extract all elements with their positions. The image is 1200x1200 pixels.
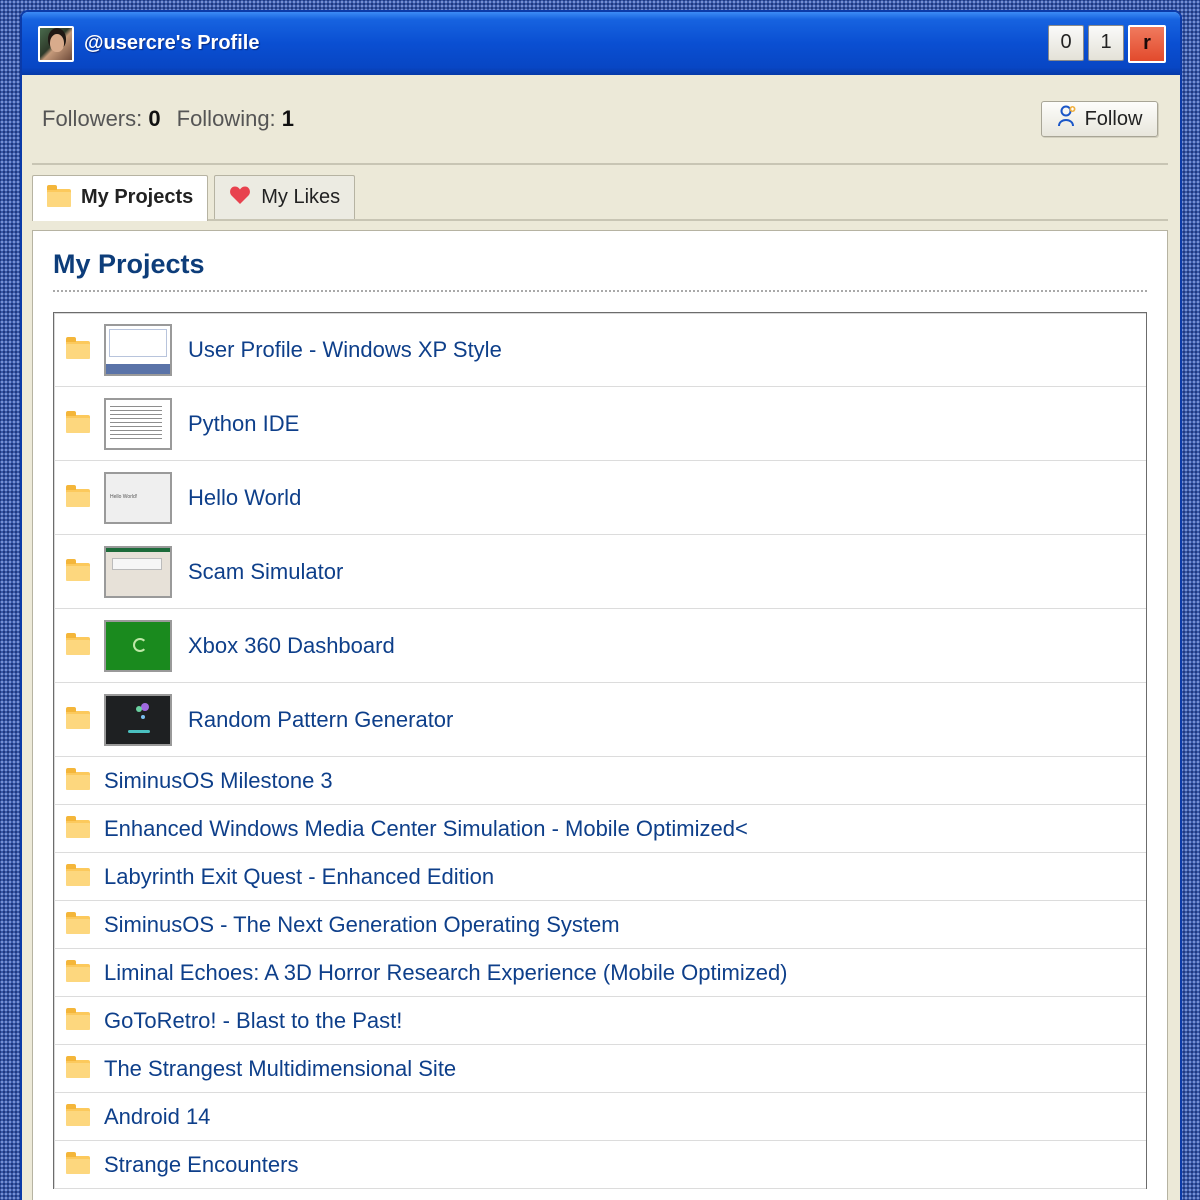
profile-window: @usercre's Profile 0 1 r Followers: 0 Fo… (20, 10, 1182, 1200)
project-link[interactable]: GoToRetro! - Blast to the Past! (104, 1008, 402, 1034)
tab-my-projects[interactable]: My Projects (32, 175, 209, 221)
folder-icon (66, 1055, 90, 1078)
project-thumbnail[interactable] (104, 323, 172, 376)
list-item[interactable]: The Strangest Multidimensional Site (54, 1045, 1146, 1093)
list-item[interactable]: Labyrinth Exit Quest - Enhanced Edition (54, 853, 1146, 901)
folder-icon (66, 336, 90, 359)
list-item[interactable]: Random Pattern Generator (54, 683, 1146, 757)
folder-icon (66, 558, 90, 581)
folder-icon (66, 632, 90, 655)
list-item[interactable]: SiminusOS - The Next Generation Operatin… (54, 901, 1146, 949)
project-link[interactable]: Labyrinth Exit Quest - Enhanced Edition (104, 864, 494, 890)
folder-icon (66, 706, 90, 729)
follow-button-label: Follow (1084, 107, 1143, 130)
panel-title: My Projects (53, 249, 1147, 292)
projects-panel: My Projects User Profile - Windows XP St… (32, 230, 1168, 1200)
folder-icon (66, 815, 90, 838)
project-link[interactable]: Hello World (188, 485, 301, 511)
project-link[interactable]: Enhanced Windows Media Center Simulation… (104, 816, 748, 842)
maximize-button[interactable]: 1 (1088, 24, 1124, 61)
list-item[interactable]: Enhanced Windows Media Center Simulation… (54, 805, 1146, 853)
minimize-button[interactable]: 0 (1048, 24, 1084, 61)
list-item[interactable]: Xbox 360 Dashboard (54, 609, 1146, 683)
folder-icon (66, 863, 90, 886)
project-link[interactable]: Scam Simulator (188, 559, 343, 585)
followers-count: 0 (148, 106, 161, 131)
folder-icon (66, 911, 90, 934)
title-buttons: 0 1 r (1048, 24, 1166, 63)
list-item[interactable]: Liminal Echoes: A 3D Horror Research Exp… (54, 949, 1146, 997)
project-link[interactable]: Xbox 360 Dashboard (188, 633, 395, 659)
tab-my-likes[interactable]: My Likes (214, 175, 356, 219)
project-thumbnail[interactable] (104, 619, 172, 672)
folder-icon (47, 184, 71, 207)
project-link[interactable]: Python IDE (188, 411, 299, 437)
following-count: 1 (281, 106, 295, 131)
followers-label: Followers: (42, 106, 143, 131)
folder-icon (66, 1007, 90, 1030)
list-item[interactable]: Android 14 (54, 1093, 1146, 1141)
follow-stats: Followers: 0 Following: 1 Follow (32, 75, 1168, 165)
list-item[interactable]: Scam Simulator (54, 535, 1146, 609)
project-link[interactable]: Liminal Echoes: A 3D Horror Research Exp… (104, 960, 788, 986)
close-button[interactable]: r (1128, 24, 1166, 63)
project-link[interactable]: SiminusOS - The Next Generation Operatin… (104, 912, 620, 938)
folder-icon (66, 410, 90, 433)
title-bar: @usercre's Profile 0 1 r (22, 12, 1180, 75)
list-item[interactable]: Hello World (54, 461, 1146, 535)
project-link[interactable]: The Strangest Multidimensional Site (104, 1056, 456, 1082)
tab-label: My Projects (81, 186, 194, 208)
folder-icon (66, 484, 90, 507)
list-item[interactable]: Strange Encounters (54, 1141, 1146, 1189)
list-item[interactable]: GoToRetro! - Blast to the Past! (54, 997, 1146, 1045)
folder-icon (66, 1151, 90, 1174)
followers-stat: Followers: 0 (42, 106, 161, 132)
folder-icon (66, 1103, 90, 1126)
project-link[interactable]: Android 14 (104, 1104, 210, 1130)
follow-button[interactable]: Follow (1041, 101, 1158, 137)
project-thumbnail[interactable] (104, 545, 172, 598)
project-thumbnail[interactable] (104, 693, 172, 746)
avatar (38, 25, 74, 62)
project-link[interactable]: Random Pattern Generator (188, 707, 453, 733)
folder-icon (66, 767, 90, 790)
project-list: User Profile - Windows XP Style Python I… (53, 312, 1147, 1189)
list-item[interactable]: Python IDE (54, 387, 1146, 461)
project-link[interactable]: Strange Encounters (104, 1152, 298, 1178)
folder-icon (66, 959, 90, 982)
tab-label: My Likes (261, 186, 341, 208)
tab-bar: My Projects My Likes (32, 165, 1168, 221)
heart-icon (229, 185, 251, 211)
add-user-icon (1057, 105, 1077, 133)
following-label: Following: (176, 106, 276, 131)
project-link[interactable]: SiminusOS Milestone 3 (104, 768, 333, 794)
project-thumbnail[interactable] (104, 471, 172, 524)
list-item[interactable]: User Profile - Windows XP Style (54, 313, 1146, 387)
project-link[interactable]: User Profile - Windows XP Style (188, 337, 502, 363)
project-thumbnail[interactable] (104, 397, 172, 450)
window-title: @usercre's Profile (84, 32, 260, 54)
list-item[interactable]: SiminusOS Milestone 3 (54, 757, 1146, 805)
following-stat: Following: 1 (177, 106, 294, 132)
